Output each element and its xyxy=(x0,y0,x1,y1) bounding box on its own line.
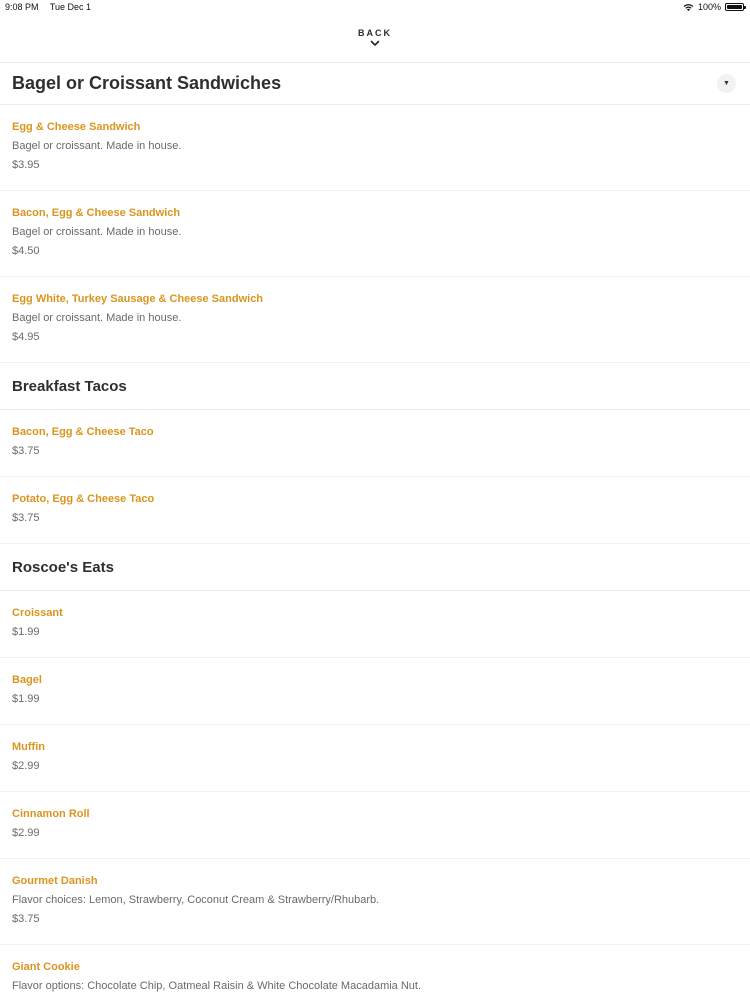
section-title: Breakfast Tacos xyxy=(12,377,127,395)
status-bar: 9:08 PM Tue Dec 1 100% xyxy=(0,0,750,16)
item-description: Flavor options: Chocolate Chip, Oatmeal … xyxy=(12,980,422,992)
item-name: Cinnamon Roll xyxy=(12,808,90,820)
item-description: Bagel or croissant. Made in house. xyxy=(12,312,182,324)
item-name: Muffin xyxy=(12,741,45,753)
section-toggle-button[interactable]: ▼ xyxy=(717,74,736,93)
menu-list: Bagel or Croissant Sandwiches ▼ Egg & Ch… xyxy=(0,63,750,1000)
battery-percent: 100% xyxy=(697,2,721,12)
item-price: $4.95 xyxy=(12,331,40,343)
item-name: Gourmet Danish xyxy=(12,875,98,887)
item-description: Flavor choices: Lemon, Strawberry, Cocon… xyxy=(12,894,380,906)
back-label: BACK xyxy=(358,28,392,38)
battery-fill xyxy=(727,5,742,9)
item-price: $3.95 xyxy=(12,159,40,171)
wifi-icon xyxy=(683,3,694,11)
item-price: $2.99 xyxy=(12,827,40,839)
menu-item[interactable]: Bacon, Egg & Cheese Taco $3.75 xyxy=(0,410,750,477)
item-price: $1.99 xyxy=(12,626,40,638)
battery-icon xyxy=(725,3,746,11)
item-name: Croissant xyxy=(12,607,63,619)
item-price: $1.99 xyxy=(12,693,40,705)
item-name: Potato, Egg & Cheese Taco xyxy=(12,493,155,505)
item-price: $3.75 xyxy=(12,913,40,925)
menu-item[interactable]: Bagel $1.99 xyxy=(0,658,750,725)
item-description: Bagel or croissant. Made in house. xyxy=(12,140,182,152)
menu-item[interactable]: Muffin $2.99 xyxy=(0,725,750,792)
menu-item[interactable]: Croissant $1.99 xyxy=(0,591,750,658)
item-price: $2.99 xyxy=(12,760,40,772)
item-name: Bacon, Egg & Cheese Sandwich xyxy=(12,207,181,219)
status-date: Tue Dec 1 xyxy=(49,2,92,12)
menu-item[interactable]: Egg White, Turkey Sausage & Cheese Sandw… xyxy=(0,277,750,363)
item-price: $3.75 xyxy=(12,445,40,457)
menu-item[interactable]: Gourmet Danish Flavor choices: Lemon, St… xyxy=(0,859,750,945)
item-price: $3.75 xyxy=(12,512,40,524)
section-header: Breakfast Tacos xyxy=(0,363,750,410)
menu-item[interactable]: Potato, Egg & Cheese Taco $3.75 xyxy=(0,477,750,544)
status-left: 9:08 PM Tue Dec 1 xyxy=(5,2,100,12)
menu-item[interactable]: Bacon, Egg & Cheese Sandwich Bagel or cr… xyxy=(0,191,750,277)
status-right: 100% xyxy=(683,2,746,12)
item-description: Bagel or croissant. Made in house. xyxy=(12,226,182,238)
back-button[interactable]: BACK xyxy=(0,16,750,63)
section-title: Bagel or Croissant Sandwiches xyxy=(12,73,282,93)
menu-item[interactable]: Egg & Cheese Sandwich Bagel or croissant… xyxy=(0,105,750,191)
section-header: Bagel or Croissant Sandwiches ▼ xyxy=(0,63,750,105)
item-name: Egg White, Turkey Sausage & Cheese Sandw… xyxy=(12,293,264,305)
menu-item[interactable]: Giant Cookie Flavor options: Chocolate C… xyxy=(0,945,750,1000)
chevron-down-icon xyxy=(370,40,380,46)
item-price: $4.50 xyxy=(12,245,40,257)
status-time: 9:08 PM xyxy=(5,2,39,12)
item-name: Giant Cookie xyxy=(12,961,80,973)
section-title: Roscoe's Eats xyxy=(12,558,114,576)
item-name: Bagel xyxy=(12,674,42,686)
item-name: Bacon, Egg & Cheese Taco xyxy=(12,426,154,438)
menu-item[interactable]: Cinnamon Roll $2.99 xyxy=(0,792,750,859)
triangle-down-icon: ▼ xyxy=(723,80,730,87)
item-name: Egg & Cheese Sandwich xyxy=(12,121,141,133)
section-header: Roscoe's Eats xyxy=(0,544,750,591)
